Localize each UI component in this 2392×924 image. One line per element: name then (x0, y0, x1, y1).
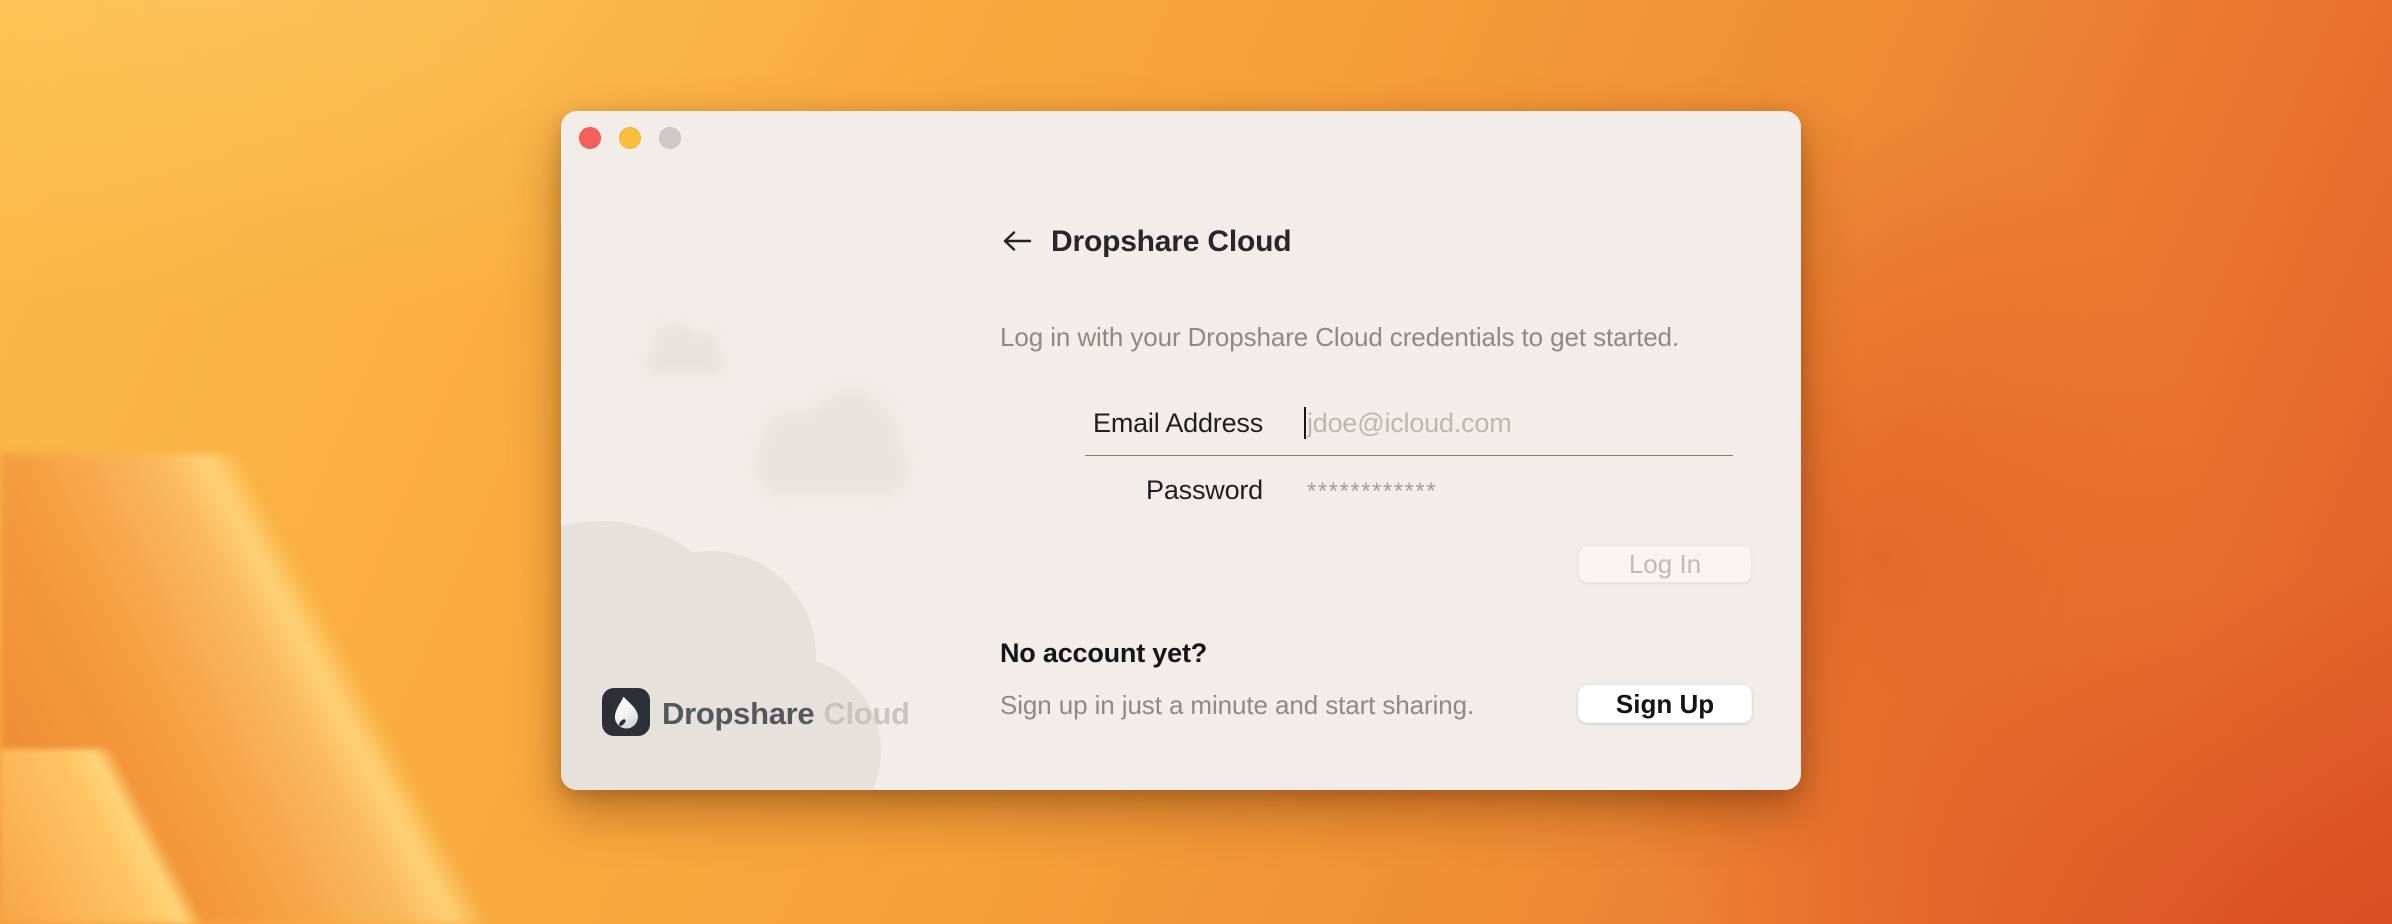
email-row: Email Address (1085, 403, 1733, 443)
log-in-button[interactable]: Log In (1578, 545, 1752, 583)
background-cloud-medium (755, 397, 909, 495)
email-field[interactable] (1291, 403, 1733, 443)
dropshare-drop-icon (602, 688, 650, 741)
background-cloud-small (645, 333, 725, 375)
sign-up-button[interactable]: Sign Up (1578, 685, 1752, 723)
minimize-button[interactable] (619, 127, 641, 149)
password-field-wrap (1291, 470, 1733, 510)
brand-suffix: Cloud (823, 696, 909, 731)
dropshare-login-window: Dropshare Cloud Log in with your Dropsha… (561, 111, 1801, 790)
wallpaper-dune-ridge-small (0, 749, 310, 924)
password-row: Password (1085, 470, 1733, 510)
login-form: Email Address Password (1085, 403, 1733, 510)
zoom-button[interactable] (659, 127, 681, 149)
dropshare-branding: Dropshare Cloud (602, 690, 910, 738)
page-title: Dropshare Cloud (1051, 225, 1291, 259)
window-header: Dropshare Cloud (1000, 223, 1291, 261)
no-account-heading: No account yet? (1000, 638, 1207, 669)
back-arrow-icon (1001, 230, 1033, 255)
brand-name: Dropshare (662, 696, 814, 731)
password-label: Password (1085, 475, 1263, 506)
desktop-wallpaper: { "window": { "traffic_lights": { "close… (0, 0, 2392, 924)
back-button[interactable] (1000, 229, 1034, 255)
password-field[interactable] (1291, 470, 1733, 510)
intro-text: Log in with your Dropshare Cloud credent… (1000, 322, 1679, 353)
email-label: Email Address (1085, 408, 1263, 439)
email-underline (1085, 455, 1733, 456)
text-caret (1304, 407, 1306, 439)
close-button[interactable] (579, 127, 601, 149)
brand-wordmark: Dropshare Cloud (662, 696, 910, 732)
email-field-wrap (1291, 403, 1733, 443)
signup-message: Sign up in just a minute and start shari… (1000, 690, 1474, 721)
